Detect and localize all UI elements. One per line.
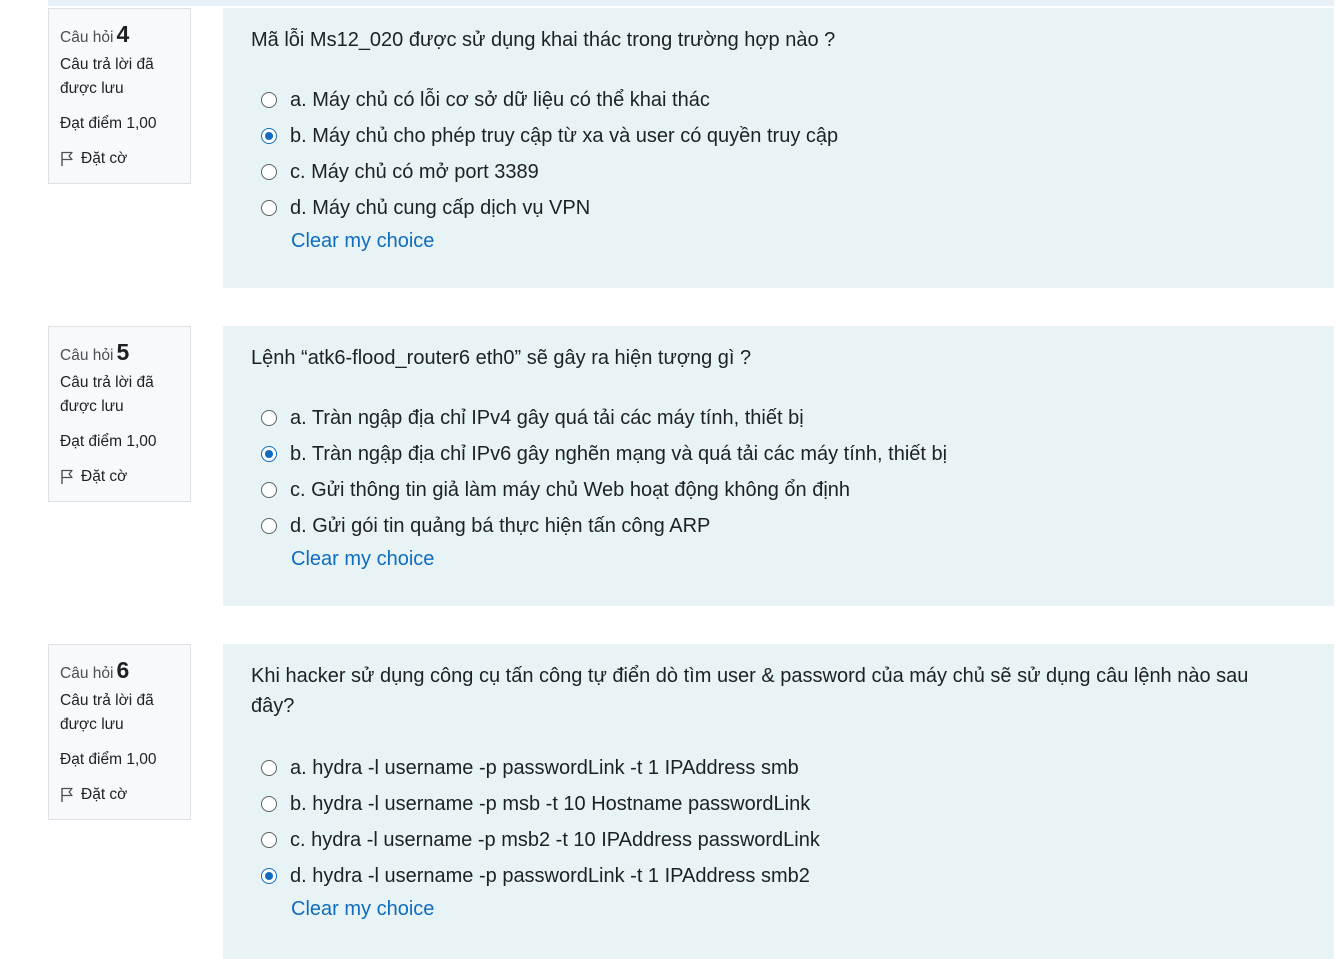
radio-button[interactable] <box>261 164 277 180</box>
question-text: Lệnh “atk6-flood_router6 eth0” sẽ gây ra… <box>251 347 752 369</box>
question-grade: Đạt điểm 1,00 <box>60 433 157 450</box>
radio-button-checked[interactable] <box>261 446 277 462</box>
answer-list: a. Tràn ngập địa chỉ IPv4 gây quá tải cá… <box>251 400 1334 544</box>
question-state: Câu trả lời đã được lưu <box>60 692 154 733</box>
question-prefix: Câu hỏi <box>60 347 114 364</box>
answer-option[interactable]: c. Gửi thông tin giả làm máy chủ Web hoạ… <box>251 472 1334 508</box>
clear-choice-link[interactable]: Clear my choice <box>291 898 434 921</box>
answer-option[interactable]: d. Gửi gói tin quảng bá thực hiện tấn cô… <box>251 508 1334 544</box>
answer-list: a. Máy chủ có lỗi cơ sở dữ liệu có thể k… <box>251 82 1334 226</box>
question-info: Câu hỏi 5 Câu trả lời đã được lưu Đạt điể… <box>48 326 191 502</box>
answer-option[interactable]: a. Máy chủ có lỗi cơ sở dữ liệu có thể k… <box>251 82 1334 118</box>
answer-list: a. hydra -l username -p passwordLink -t … <box>251 750 1334 894</box>
answer-text: c. hydra -l username -p msb2 -t 10 IPAdd… <box>290 828 820 851</box>
question-info: Câu hỏi 4 Câu trả lời đã được lưu Đạt điể… <box>48 8 191 184</box>
question-content: Mã lỗi Ms12_020 được sử dụng khai thác t… <box>223 8 1334 288</box>
question-state: Câu trả lời đã được lưu <box>60 374 154 415</box>
question-number: 4 <box>116 21 130 47</box>
answer-text: d. Máy chủ cung cấp dịch vụ VPN <box>290 196 591 219</box>
radio-button[interactable] <box>261 92 277 108</box>
answer-option[interactable]: b. Máy chủ cho phép truy cập từ xa và us… <box>251 118 1334 154</box>
answer-text: b. Tràn ngập địa chỉ IPv6 gây nghẽn mạng… <box>290 442 948 465</box>
flag-question-button[interactable]: Đặt cờ <box>60 783 190 807</box>
flag-icon <box>61 151 73 166</box>
clear-choice-link[interactable]: Clear my choice <box>291 548 434 571</box>
question-prefix: Câu hỏi <box>60 29 114 46</box>
radio-button-checked[interactable] <box>261 868 277 884</box>
question-number: 6 <box>116 657 130 683</box>
flag-label: Đặt cờ <box>81 150 128 167</box>
radio-button[interactable] <box>261 482 277 498</box>
radio-button[interactable] <box>261 796 277 812</box>
flag-label: Đặt cờ <box>81 468 128 485</box>
question-grade: Đạt điểm 1,00 <box>60 751 157 768</box>
answer-text: c. Máy chủ có mở port 3389 <box>290 160 539 183</box>
question-text: Khi hacker sử dụng công cụ tấn công tự đ… <box>251 665 1249 717</box>
question-content: Lệnh “atk6-flood_router6 eth0” sẽ gây ra… <box>223 326 1334 606</box>
question-prefix: Câu hỏi <box>60 665 114 682</box>
answer-option[interactable]: d. Máy chủ cung cấp dịch vụ VPN <box>251 190 1334 226</box>
flag-icon <box>61 469 73 484</box>
question-state: Câu trả lời đã được lưu <box>60 56 154 97</box>
answer-option[interactable]: d. hydra -l username -p passwordLink -t … <box>251 858 1334 894</box>
flag-icon <box>61 787 73 802</box>
flag-question-button[interactable]: Đặt cờ <box>60 465 190 489</box>
answer-option[interactable]: c. Máy chủ có mở port 3389 <box>251 154 1334 190</box>
question-number: 5 <box>116 339 130 365</box>
question-content: Khi hacker sử dụng công cụ tấn công tự đ… <box>223 644 1334 959</box>
answer-option[interactable]: a. Tràn ngập địa chỉ IPv4 gây quá tải cá… <box>251 400 1334 436</box>
question-grade: Đạt điểm 1,00 <box>60 115 157 132</box>
radio-button[interactable] <box>261 760 277 776</box>
answer-option[interactable]: c. hydra -l username -p msb2 -t 10 IPAdd… <box>251 822 1334 858</box>
answer-text: d. Gửi gói tin quảng bá thực hiện tấn cô… <box>290 514 711 537</box>
answer-option[interactable]: a. hydra -l username -p passwordLink -t … <box>251 750 1334 786</box>
radio-button[interactable] <box>261 410 277 426</box>
answer-text: a. Tràn ngập địa chỉ IPv4 gây quá tải cá… <box>290 406 804 429</box>
flag-label: Đặt cờ <box>81 786 128 803</box>
answer-option[interactable]: b. hydra -l username -p msb -t 10 Hostna… <box>251 786 1334 822</box>
answer-option[interactable]: b. Tràn ngập địa chỉ IPv6 gây nghẽn mạng… <box>251 436 1334 472</box>
radio-button[interactable] <box>261 518 277 534</box>
answer-text: c. Gửi thông tin giả làm máy chủ Web hoạ… <box>290 478 851 501</box>
answer-text: b. Máy chủ cho phép truy cập từ xa và us… <box>290 124 839 147</box>
question-number-label: Câu hỏi 4 <box>60 19 190 49</box>
question-number-label: Câu hỏi 5 <box>60 337 190 367</box>
flag-question-button[interactable]: Đặt cờ <box>60 147 190 171</box>
answer-text: a. hydra -l username -p passwordLink -t … <box>290 756 799 779</box>
previous-question-bottom <box>48 0 1334 6</box>
radio-button[interactable] <box>261 832 277 848</box>
radio-button[interactable] <box>261 200 277 216</box>
answer-text: a. Máy chủ có lỗi cơ sở dữ liệu có thể k… <box>290 88 710 111</box>
answer-text: b. hydra -l username -p msb -t 10 Hostna… <box>290 792 811 815</box>
radio-button-checked[interactable] <box>261 128 277 144</box>
question-number-label: Câu hỏi 6 <box>60 655 190 685</box>
question-text: Mã lỗi Ms12_020 được sử dụng khai thác t… <box>251 29 836 51</box>
question-info: Câu hỏi 6 Câu trả lời đã được lưu Đạt điể… <box>48 644 191 820</box>
clear-choice-link[interactable]: Clear my choice <box>291 230 434 253</box>
answer-text: d. hydra -l username -p passwordLink -t … <box>290 864 810 887</box>
